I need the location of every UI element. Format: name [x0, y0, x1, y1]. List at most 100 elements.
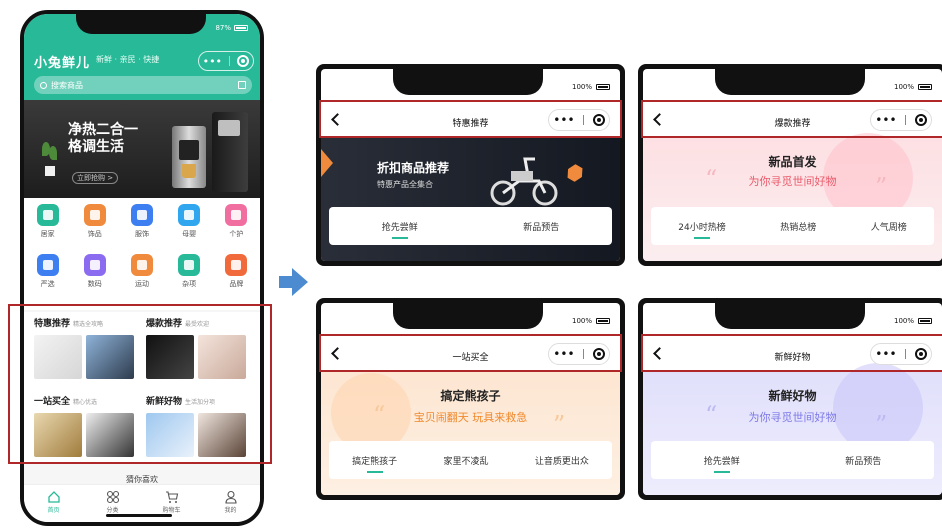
status-bar: 100%	[894, 83, 932, 91]
battery-icon	[234, 25, 248, 31]
tab-home[interactable]: 首页	[26, 485, 82, 522]
close-target-icon[interactable]	[237, 55, 250, 67]
scooter-image	[489, 151, 559, 207]
capsule-divider	[229, 56, 231, 66]
home-indicator	[106, 514, 172, 517]
category-icon	[36, 204, 59, 226]
category-row-1: 居家 饰品 服饰 母婴 个护	[24, 204, 260, 239]
tab-cart[interactable]: 购物车	[144, 485, 200, 522]
search-icon	[40, 81, 47, 89]
category-item[interactable]: 数码	[72, 254, 118, 289]
hero-title: 新鲜好物	[768, 389, 817, 403]
category-label: 个护	[229, 230, 244, 238]
tab-label: 分类	[106, 507, 119, 514]
hero-subtitle: 宝贝闹翻天 玩具来救急	[413, 411, 528, 424]
sub-tab[interactable]: 人气周榜	[871, 220, 907, 233]
sub-tab[interactable]: 抢先尝鲜	[382, 220, 418, 239]
preview-hot-preference: 折扣商品推荐 特惠产品全集合 100% 特惠推荐 ••• 抢先尝鲜 新品预告	[316, 64, 625, 266]
category-item[interactable]: 服饰	[119, 204, 165, 239]
category-icon	[130, 204, 153, 226]
category-item[interactable]: 严选	[25, 254, 71, 289]
flow-arrow-icon	[292, 268, 308, 296]
decor-circle	[833, 363, 923, 453]
status-bar: 100%	[894, 317, 932, 325]
search-bar[interactable]: 搜索商品	[34, 76, 252, 94]
sub-tab[interactable]: 抢先尝鲜	[704, 454, 740, 473]
hero-subtitle: 为你寻觅世间好物	[748, 411, 837, 424]
more-dots-icon[interactable]: •••	[203, 55, 222, 68]
category-item[interactable]: 杂项	[166, 254, 212, 289]
app-slogan: 新鲜 · 亲民 · 快捷	[96, 55, 160, 64]
hero-title: 新品首发	[768, 155, 817, 169]
navbar-highlight-box	[319, 334, 622, 372]
category-label: 数码	[87, 280, 102, 288]
phone-screen: 新品首发 为你寻觅世间好物 “ ” 100% 爆款推荐 ••• 24小时热榜 热…	[643, 69, 942, 261]
sub-tab[interactable]: 新品预告	[845, 454, 881, 467]
status-bar: 100%	[572, 83, 610, 91]
navbar-highlight-box	[641, 100, 942, 138]
sub-tab[interactable]: 让音质更出众	[535, 454, 589, 467]
navbar-highlight-box	[319, 100, 622, 138]
tab-label: 首页	[47, 507, 60, 514]
battery-percent: 100%	[571, 317, 592, 325]
category-icon	[83, 204, 106, 226]
user-icon	[224, 489, 238, 504]
category-item[interactable]: 品牌	[213, 254, 259, 289]
machine-window	[179, 140, 199, 160]
sub-tab[interactable]: 搞定熊孩子	[352, 454, 397, 473]
quote-open-icon: “	[705, 401, 718, 429]
phone-notch	[715, 303, 865, 329]
preview-hot-sale: 新品首发 为你寻觅世间好物 “ ” 100% 爆款推荐 ••• 24小时热榜 热…	[638, 64, 942, 266]
quote-open-icon: “	[705, 165, 718, 193]
quote-close-icon: ”	[553, 411, 566, 439]
quote-close-icon: ”	[875, 411, 888, 439]
status-bar: 87%	[215, 24, 248, 32]
category-label: 运动	[134, 280, 149, 288]
banner-subtitle: 特惠产品全集合	[377, 180, 433, 189]
scan-icon[interactable]	[238, 81, 246, 89]
category-item[interactable]: 饰品	[72, 204, 118, 239]
tab-category[interactable]: 分类	[85, 485, 141, 522]
sub-tabs: 抢先尝鲜 新品预告	[329, 207, 612, 245]
category-icon	[178, 204, 201, 226]
category-label: 饰品	[87, 230, 102, 238]
recommend-highlight-box	[8, 304, 272, 464]
banner-title: 净热二合一 格调生活	[68, 122, 138, 155]
search-placeholder: 搜索商品	[51, 80, 83, 90]
sub-tab[interactable]: 热销总榜	[780, 220, 816, 233]
category-item[interactable]: 母婴	[166, 204, 212, 239]
phone-screen: 新鲜好物 为你寻觅世间好物 “ ” 100% 新鲜好物 ••• 抢先尝鲜 新品预…	[643, 303, 942, 495]
banner-buy-button[interactable]: 立即抢购 >	[72, 172, 119, 184]
tab-mine[interactable]: 我的	[203, 485, 259, 522]
category-label: 杂项	[182, 280, 197, 288]
preview-fresh: 新鲜好物 为你寻觅世间好物 “ ” 100% 新鲜好物 ••• 抢先尝鲜 新品预…	[638, 298, 942, 500]
quote-close-icon: ”	[875, 173, 888, 201]
sub-tab[interactable]: 新品预告	[523, 220, 559, 233]
sub-tab[interactable]: 家里不凌乱	[443, 454, 488, 467]
cart-icon	[165, 489, 179, 503]
category-icon	[130, 254, 153, 276]
category-icon	[225, 204, 248, 226]
category-item[interactable]: 运动	[119, 254, 165, 289]
cup-image	[182, 164, 196, 178]
sub-tabs: 24小时热榜 热销总榜 人气周榜	[651, 207, 934, 245]
sub-tab[interactable]: 24小时热榜	[678, 220, 726, 239]
battery-percent: 87%	[215, 24, 231, 32]
battery-icon	[596, 84, 610, 90]
category-label: 居家	[40, 230, 55, 238]
preview-one-stop: 搞定熊孩子 宝贝闹翻天 玩具来救急 “ ” 100% 一站买全 ••• 搞定熊孩…	[316, 298, 625, 500]
category-item[interactable]: 个护	[213, 204, 259, 239]
tab-bar: 首页 分类 购物车 我的	[24, 484, 260, 522]
sub-tabs: 搞定熊孩子 家里不凌乱 让音质更出众	[329, 441, 612, 479]
battery-icon	[918, 318, 932, 324]
flow-arrow-shaft	[279, 276, 293, 288]
category-label: 母婴	[182, 230, 197, 238]
category-item[interactable]: 居家	[25, 204, 71, 239]
category-icon	[36, 254, 59, 276]
phone-notch	[715, 69, 865, 95]
phone-notch	[393, 69, 543, 95]
category-icon	[178, 254, 201, 276]
banner-title: 折扣商品推荐	[377, 161, 450, 175]
plant-image	[42, 142, 58, 176]
menu-capsule[interactable]: •••	[198, 51, 254, 71]
